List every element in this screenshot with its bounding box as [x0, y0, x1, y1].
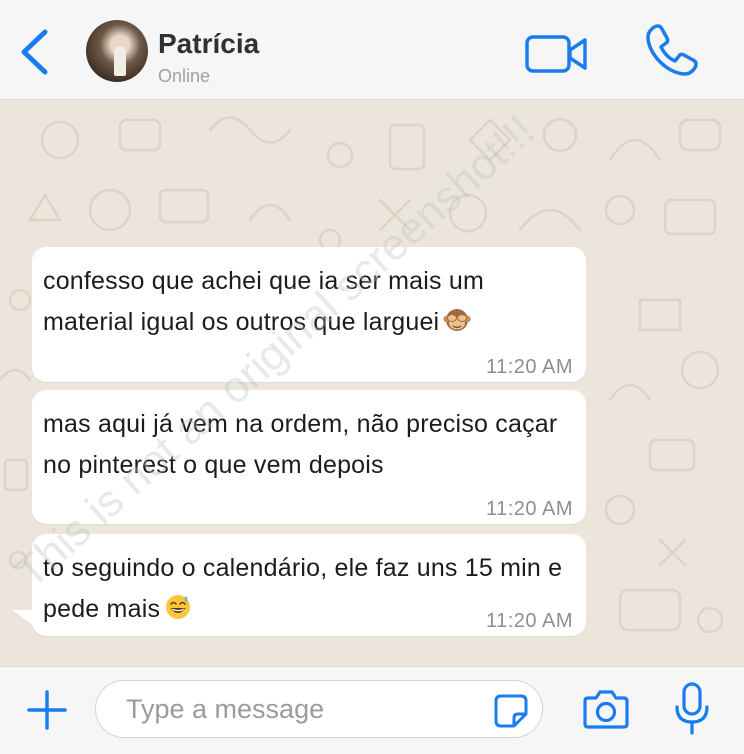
chevron-left-icon[interactable]	[14, 24, 54, 80]
message-bubble[interactable]: mas aqui já vem na ordem, não preciso ca…	[32, 390, 586, 524]
see-no-evil-monkey-icon	[443, 309, 472, 331]
message-box[interactable]	[95, 680, 543, 738]
phone-call-icon[interactable]	[644, 22, 700, 78]
bubble-tail	[12, 610, 34, 626]
video-call-icon[interactable]	[524, 32, 590, 76]
plus-icon[interactable]	[26, 689, 68, 731]
grinning-sweat-icon	[166, 595, 191, 619]
message-time: 11:20 AM	[485, 610, 573, 632]
microphone-icon[interactable]	[672, 681, 712, 737]
camera-icon[interactable]	[582, 687, 630, 731]
contact-name[interactable]: Patrícia	[158, 28, 259, 60]
message-bubble[interactable]: confesso que achei que ia ser mais um ma…	[32, 247, 586, 382]
message-text: confesso que achei que ia ser mais um ma…	[43, 267, 484, 336]
input-bar	[0, 666, 744, 754]
message-text: mas aqui já vem na ordem, não preciso ca…	[43, 410, 558, 479]
message-input[interactable]	[126, 689, 476, 729]
message-bubble[interactable]: to seguindo o calendário, ele faz uns 15…	[32, 534, 586, 636]
sticker-icon[interactable]	[493, 693, 529, 729]
avatar[interactable]	[86, 20, 148, 82]
chat-area[interactable]: confesso que achei que ia ser mais um ma…	[0, 100, 744, 666]
message-time: 11:20 AM	[485, 356, 573, 378]
contact-status: Online	[158, 66, 211, 86]
message-time: 11:20 AM	[485, 498, 573, 520]
chat-header: Patrícia Online	[0, 0, 744, 100]
